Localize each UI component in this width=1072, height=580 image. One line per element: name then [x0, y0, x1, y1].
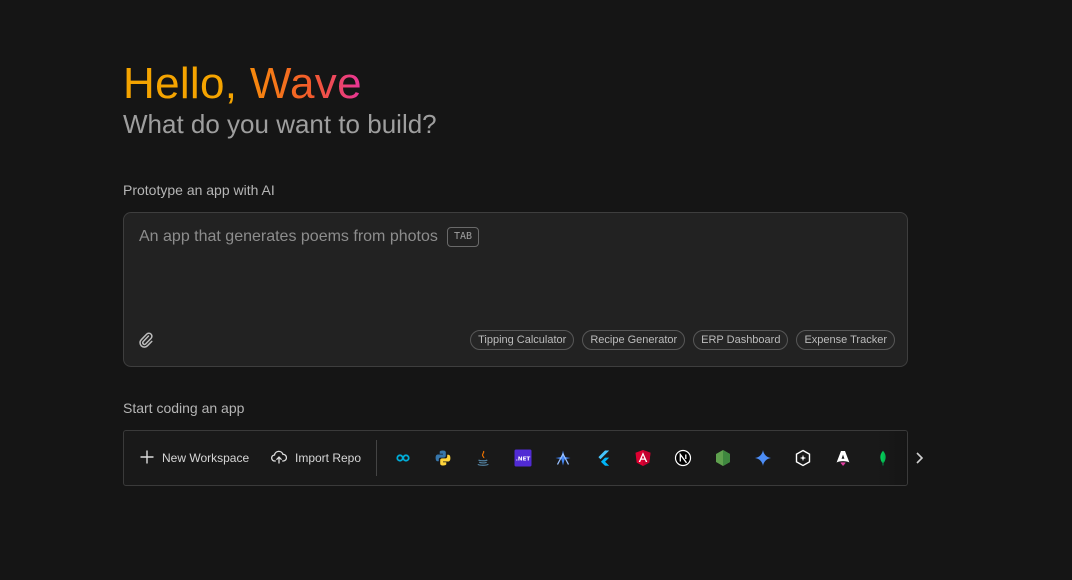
suggestion-chip-expense-tracker[interactable]: Expense Tracker [796, 330, 895, 350]
suggestion-chips: Tipping Calculator Recipe Generator ERP … [470, 330, 895, 350]
coding-section-label: Start coding an app [123, 400, 245, 416]
hex-template-icon[interactable] [794, 449, 812, 467]
prompt-input-box[interactable]: An app that generates poems from photos … [123, 212, 908, 367]
cloud-upload-icon [271, 450, 288, 467]
greeting-title: Hello, Wave [123, 58, 362, 110]
tab-hint-badge: TAB [447, 227, 480, 247]
paperclip-icon[interactable] [138, 331, 154, 349]
greeting-hello: Hello, [123, 59, 238, 108]
dotnet-template-icon[interactable]: .NET [514, 449, 532, 467]
prompt-placeholder[interactable]: An app that generates poems from photos [139, 228, 438, 246]
suggestion-chip-erp-dashboard[interactable]: ERP Dashboard [693, 330, 789, 350]
dotnet-icon-text: .NET [516, 456, 531, 462]
new-workspace-label: New Workspace [162, 451, 250, 465]
angular-template-icon[interactable] [634, 449, 652, 467]
nextjs-template-icon[interactable] [674, 449, 692, 467]
prototype-section-label: Prototype an app with AI [123, 182, 275, 198]
toolbar-divider [376, 440, 377, 476]
suggestion-chip-tipping-calculator[interactable]: Tipping Calculator [470, 330, 575, 350]
flutter-template-icon[interactable] [594, 449, 612, 467]
page-subtitle: What do you want to build? [123, 109, 437, 139]
nodejs-template-icon[interactable] [714, 449, 732, 467]
toolbar-fade [877, 431, 907, 485]
plus-icon [140, 450, 154, 467]
suggestion-chip-recipe-generator[interactable]: Recipe Generator [582, 330, 686, 350]
java-template-icon[interactable] [474, 449, 492, 467]
new-workspace-button[interactable]: New Workspace [140, 431, 249, 485]
greeting-name: Wave [249, 59, 362, 108]
import-repo-label: Import Repo [295, 451, 362, 465]
gemini-template-icon[interactable] [754, 449, 772, 467]
workspace-toolbar: New Workspace Import Repo .NET [123, 430, 908, 486]
astro-template-icon[interactable] [834, 449, 852, 467]
go-template-icon[interactable] [394, 449, 412, 467]
chevron-right-icon[interactable] [910, 448, 928, 468]
home-page: Hello, Wave What do you want to build? P… [0, 0, 1072, 580]
genkit-template-icon[interactable] [554, 449, 572, 467]
python-template-icon[interactable] [434, 449, 452, 467]
import-repo-button[interactable]: Import Repo [271, 431, 361, 485]
